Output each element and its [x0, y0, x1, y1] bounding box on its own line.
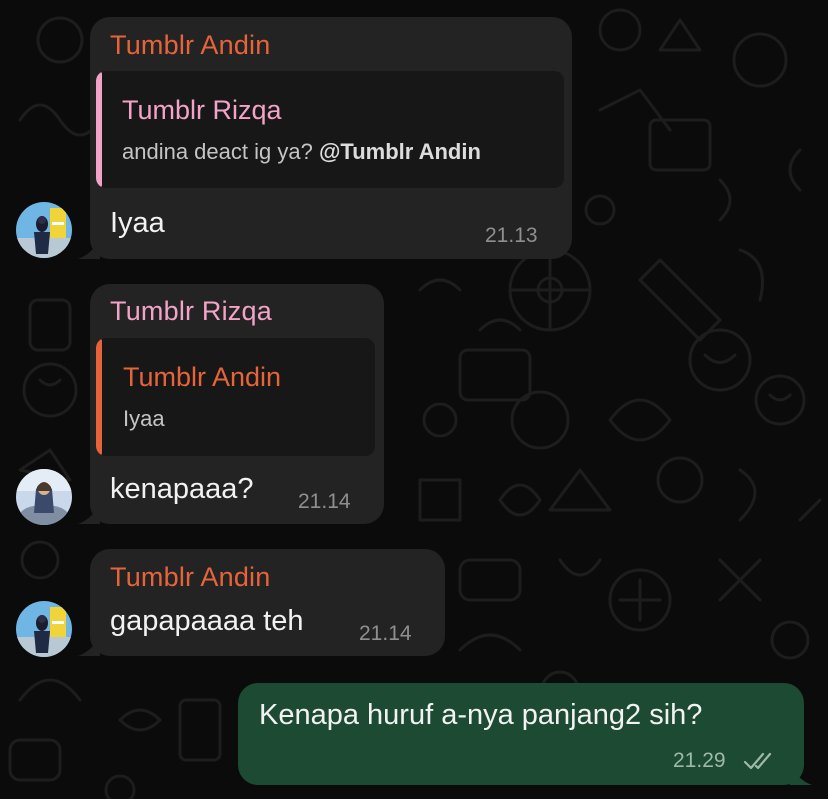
reply-quote[interactable]: Tumblr Rizqa andina deact ig ya? @Tumblr…	[96, 71, 564, 188]
message-text: kenapaaa?	[110, 473, 254, 505]
reply-quote[interactable]: Tumblr Andin Iyaa	[96, 338, 375, 456]
message-time: 21.13	[485, 224, 538, 247]
quote-accent-bar	[96, 71, 102, 188]
avatar[interactable]	[16, 202, 72, 258]
sender-name[interactable]: Tumblr Andin	[110, 562, 270, 593]
message-text: Iyaa	[110, 207, 165, 239]
message-text: Kenapa huruf a-nya panjang2 sih?	[259, 699, 703, 731]
message-text: gapapaaaa teh	[110, 605, 304, 637]
sender-name[interactable]: Tumblr Rizqa	[110, 296, 272, 327]
message-time: 21.29	[673, 749, 726, 772]
avatar-rizqa-icon	[16, 469, 72, 525]
message-time: 21.14	[359, 622, 412, 645]
sender-name[interactable]: Tumblr Andin	[110, 30, 270, 61]
avatar[interactable]	[16, 469, 72, 525]
quote-sender-name: Tumblr Rizqa	[122, 95, 282, 125]
avatar-andin-icon	[16, 202, 72, 258]
quote-text: Iyaa	[123, 406, 165, 431]
avatar-andin-icon	[16, 601, 72, 657]
mention-link[interactable]: @Tumblr Andin	[319, 139, 481, 164]
quote-sender-name: Tumblr Andin	[123, 362, 282, 392]
quote-text-prefix: andina deact ig ya?	[122, 139, 319, 164]
message-time: 21.14	[298, 490, 351, 513]
double-check-icon	[743, 752, 772, 770]
avatar[interactable]	[16, 601, 72, 657]
quote-accent-bar	[96, 338, 102, 456]
chat-screen: { "colors": { "background": "#0b0b0b", "…	[0, 0, 828, 799]
quote-text: andina deact ig ya? @Tumblr Andin	[122, 139, 481, 165]
